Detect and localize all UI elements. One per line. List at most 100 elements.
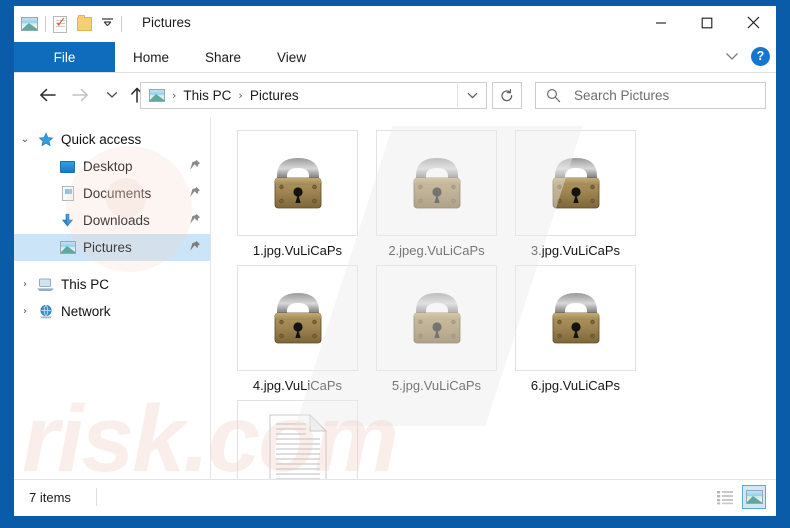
list-item[interactable]: 2.jpeg.VuLiCaPs — [367, 130, 506, 259]
text-document-icon — [269, 413, 327, 480]
quick-access-toolbar — [21, 13, 129, 35]
file-grid: 1.jpg.VuLiCaPs 2.jpeg.VuLiCaPs 3.jpg.VuL… — [228, 130, 776, 480]
ribbon-tab-strip: File Home Share View ? — [14, 42, 776, 73]
downloads-icon — [58, 213, 77, 228]
forward-button[interactable] — [67, 82, 93, 108]
breadcrumb-separator-1[interactable]: › — [172, 89, 176, 102]
file-name: 5.jpg.VuLiCaPs — [391, 378, 482, 393]
file-thumbnail — [237, 130, 358, 236]
status-divider — [96, 488, 97, 506]
sidebar-item-label: Documents — [83, 186, 152, 201]
padlock-icon — [413, 293, 460, 344]
file-list-pane[interactable]: 1.jpg.VuLiCaPs 2.jpeg.VuLiCaPs 3.jpg.VuL… — [212, 118, 776, 480]
file-thumbnail — [515, 265, 636, 371]
minimize-button[interactable] — [638, 6, 684, 39]
pin-icon[interactable] — [189, 185, 201, 203]
large-icons-glyph — [745, 490, 763, 504]
this-pc-icon — [36, 277, 55, 292]
sidebar-item-downloads[interactable]: Downloads — [14, 207, 210, 234]
properties-icon[interactable] — [53, 15, 67, 33]
navigation-pane: ⌄ Quick access Desktop Documents Downloa… — [14, 118, 211, 480]
sidebar-item-label: Downloads — [83, 213, 150, 228]
pin-icon[interactable] — [189, 212, 201, 230]
file-thumbnail — [376, 265, 497, 371]
file-name: 2.jpeg.VuLiCaPs — [388, 243, 485, 258]
tab-share[interactable]: Share — [187, 42, 259, 72]
sidebar-item-label: Network — [61, 304, 111, 319]
recent-locations-button[interactable] — [99, 82, 125, 108]
new-folder-icon[interactable] — [77, 15, 92, 31]
list-item[interactable]: HOW TO DECRYPT FILES.txt — [228, 400, 367, 480]
padlock-icon — [552, 158, 599, 209]
sidebar-item-label: Pictures — [83, 240, 132, 255]
breadcrumb-separator-2[interactable]: › — [238, 89, 242, 102]
pin-icon[interactable] — [189, 239, 201, 257]
search-input[interactable] — [572, 87, 756, 104]
pin-icon[interactable] — [189, 158, 201, 176]
breadcrumb-this-pc[interactable]: This PC — [183, 88, 231, 103]
refresh-button[interactable] — [492, 82, 522, 109]
file-name: 4.jpg.VuLiCaPs — [252, 378, 343, 393]
sidebar-item-this-pc[interactable]: › This PC — [14, 271, 210, 298]
status-bar: 7 items — [14, 479, 776, 516]
close-button[interactable] — [730, 6, 776, 39]
details-view-button[interactable] — [713, 485, 737, 509]
tab-home[interactable]: Home — [115, 42, 187, 72]
list-item[interactable]: 5.jpg.VuLiCaPs — [367, 265, 506, 394]
sidebar-item-label: Desktop — [83, 159, 133, 174]
view-mode-buttons — [713, 485, 766, 509]
back-button[interactable] — [34, 82, 60, 108]
chevron-right-icon[interactable]: › — [14, 306, 36, 317]
pictures-breadcrumb-icon — [149, 89, 165, 102]
file-name: 3.jpg.VuLiCaPs — [530, 243, 621, 258]
sidebar-item-network[interactable]: › Network — [14, 298, 210, 325]
content-area: ⌄ Quick access Desktop Documents Downloa… — [14, 118, 776, 480]
title-bar: Pictures — [14, 6, 776, 42]
sidebar-item-label: This PC — [61, 277, 110, 292]
breadcrumb-pictures[interactable]: Pictures — [250, 88, 299, 103]
sidebar-item-pictures[interactable]: Pictures — [14, 234, 210, 261]
customize-chevron-icon[interactable] — [100, 18, 114, 30]
search-icon — [546, 88, 561, 103]
star-icon — [36, 131, 55, 148]
help-button[interactable]: ? — [751, 46, 770, 66]
search-box[interactable] — [535, 82, 766, 109]
pictures-folder-icon[interactable] — [21, 17, 38, 31]
sidebar-item-documents[interactable]: Documents — [14, 180, 210, 207]
window-controls — [638, 6, 776, 39]
ribbon-right-controls: ? — [721, 45, 770, 67]
padlock-icon — [274, 158, 321, 209]
address-bar-row: › This PC › Pictures — [14, 73, 776, 117]
window-title: Pictures — [142, 15, 191, 30]
ribbon-tabs: File Home Share View — [14, 42, 324, 72]
chevron-down-icon[interactable]: ⌄ — [14, 134, 36, 145]
sidebar-item-quick-access[interactable]: ⌄ Quick access — [14, 126, 210, 153]
file-thumbnail — [237, 400, 358, 480]
address-dropdown-button[interactable] — [457, 82, 487, 109]
documents-icon — [58, 186, 77, 201]
network-icon — [36, 304, 55, 319]
large-icons-view-button[interactable] — [742, 485, 766, 509]
file-name: 1.jpg.VuLiCaPs — [252, 243, 343, 258]
file-thumbnail — [237, 265, 358, 371]
file-name: 6.jpg.VuLiCaPs — [530, 378, 621, 393]
tab-view[interactable]: View — [259, 42, 324, 72]
chevron-down-icon[interactable] — [721, 45, 743, 67]
item-count-label: 7 items — [29, 490, 71, 505]
list-item[interactable]: 3.jpg.VuLiCaPs — [506, 130, 645, 259]
toolbar-divider — [45, 16, 46, 32]
toolbar-divider-2 — [121, 16, 122, 32]
sidebar-item-desktop[interactable]: Desktop — [14, 153, 210, 180]
file-thumbnail — [376, 130, 497, 236]
list-item[interactable]: 6.jpg.VuLiCaPs — [506, 265, 645, 394]
breadcrumb[interactable]: › This PC › Pictures — [140, 82, 468, 109]
sidebar-item-label: Quick access — [61, 132, 142, 147]
padlock-icon — [552, 293, 599, 344]
list-item[interactable]: 1.jpg.VuLiCaPs — [228, 130, 367, 259]
maximize-button[interactable] — [684, 6, 730, 39]
pictures-icon — [58, 241, 77, 254]
tab-file[interactable]: File — [14, 42, 115, 72]
list-item[interactable]: 4.jpg.VuLiCaPs — [228, 265, 367, 394]
padlock-icon — [413, 158, 460, 209]
chevron-right-icon[interactable]: › — [14, 279, 36, 290]
